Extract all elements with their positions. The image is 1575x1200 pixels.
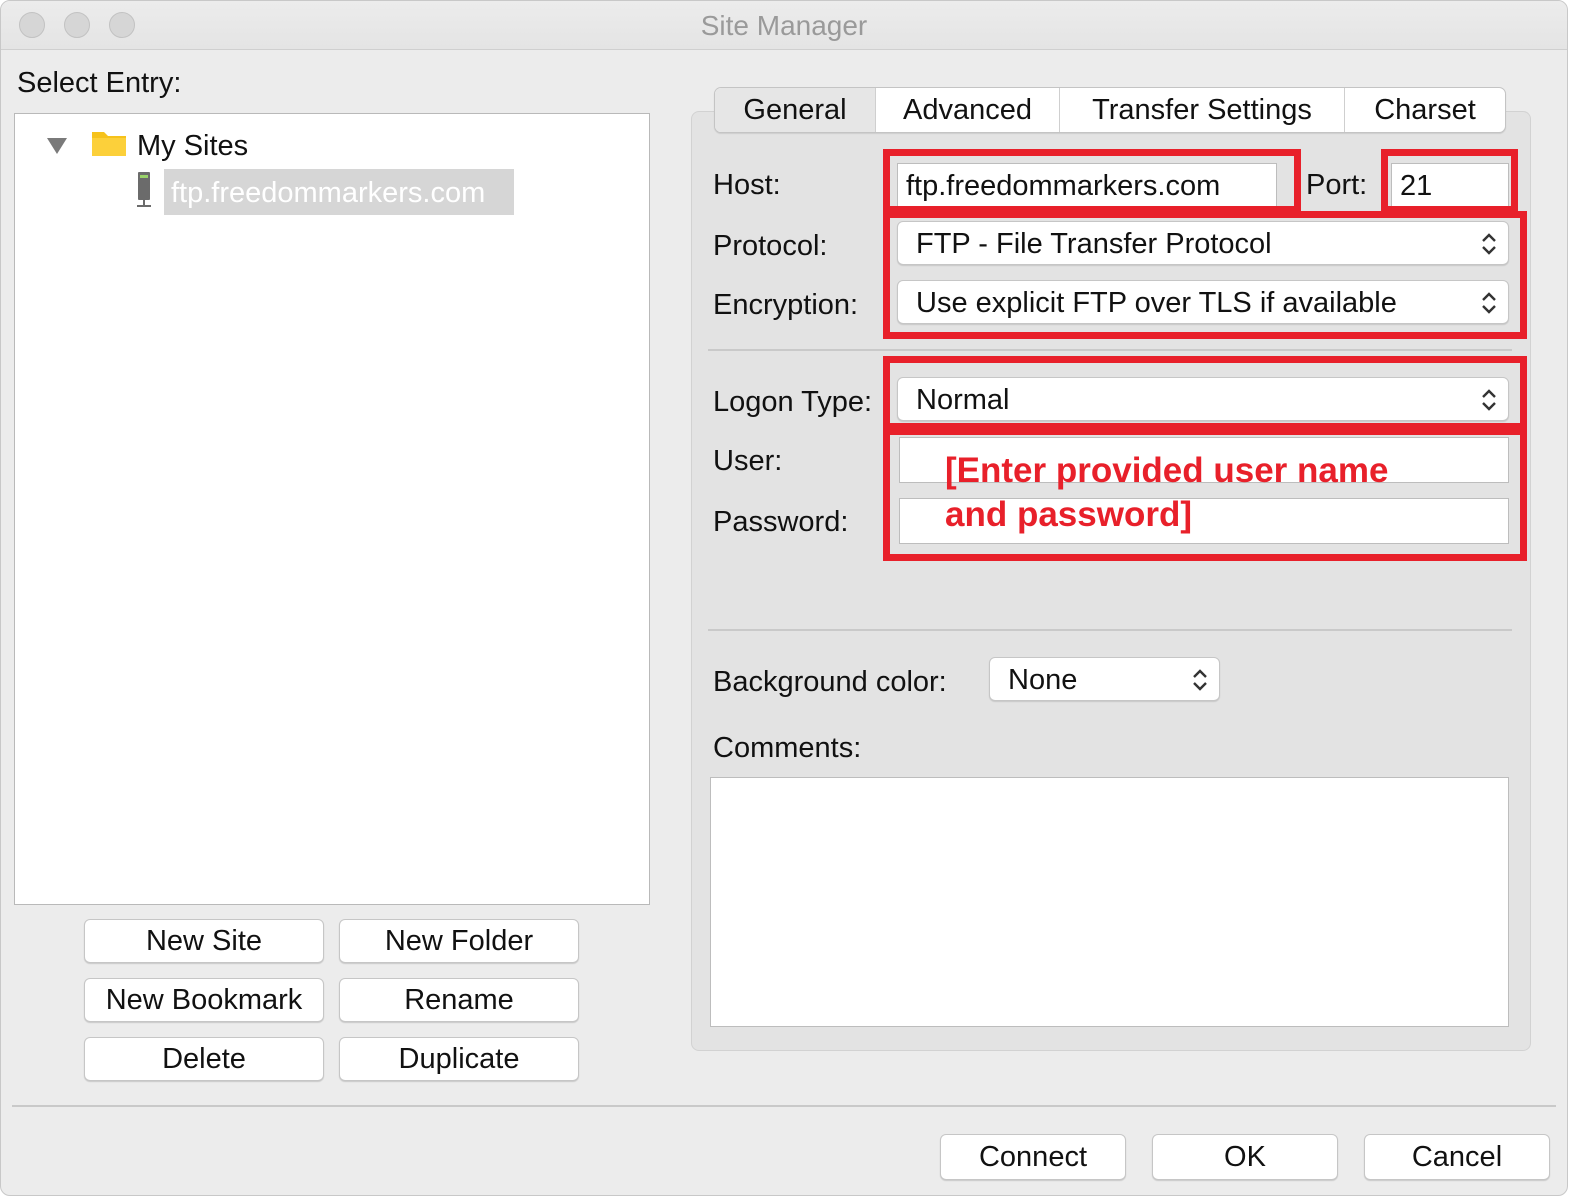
tab-general[interactable]: General [715, 88, 876, 132]
encryption-select-value: Use explicit FTP over TLS if available [916, 287, 1397, 319]
connect-button[interactable]: Connect [940, 1134, 1126, 1180]
port-input[interactable]: 21 [1391, 163, 1509, 207]
folder-icon [92, 132, 126, 156]
encryption-label: Encryption: [713, 289, 859, 321]
background-color-select[interactable]: None [989, 657, 1220, 701]
new-bookmark-button[interactable]: New Bookmark [84, 978, 324, 1022]
delete-button[interactable]: Delete [84, 1037, 324, 1081]
chevron-updown-icon [1482, 389, 1496, 411]
server-icon [137, 172, 151, 207]
comments-textarea[interactable] [710, 777, 1509, 1027]
tab-advanced[interactable]: Advanced [876, 88, 1060, 132]
port-label: Port: [1306, 169, 1368, 201]
cancel-button[interactable]: Cancel [1364, 1134, 1550, 1180]
chevron-updown-icon [1482, 292, 1496, 314]
rename-button[interactable]: Rename [339, 978, 579, 1022]
protocol-select-value: FTP - File Transfer Protocol [916, 228, 1272, 260]
logon-type-label: Logon Type: [713, 386, 873, 418]
duplicate-button[interactable]: Duplicate [339, 1037, 579, 1081]
ok-button[interactable]: OK [1152, 1134, 1338, 1180]
tab-charset[interactable]: Charset [1345, 88, 1505, 132]
tab-bar: General Advanced Transfer Settings Chars… [714, 87, 1506, 133]
tab-transfer-settings[interactable]: Transfer Settings [1060, 88, 1345, 132]
site-manager-window: Site Manager Select Entry: My Sites ftp.… [0, 0, 1568, 1196]
host-input[interactable]: ftp.freedommarkers.com [897, 163, 1277, 207]
user-label: User: [713, 445, 783, 477]
tree-folder-my-sites[interactable]: My Sites [137, 130, 248, 163]
title-bar: Site Manager [1, 1, 1567, 50]
disclosure-triangle-icon[interactable] [47, 138, 67, 154]
tree-item-site[interactable]: ftp.freedommarkers.com [171, 177, 485, 210]
background-color-label: Background color: [713, 666, 947, 698]
logon-type-select-value: Normal [916, 384, 1010, 416]
footer-separator [12, 1105, 1556, 1107]
protocol-label: Protocol: [713, 230, 828, 262]
password-label: Password: [713, 506, 849, 538]
separator [708, 629, 1512, 631]
chevron-updown-icon [1193, 669, 1207, 691]
encryption-select[interactable]: Use explicit FTP over TLS if available [897, 280, 1509, 324]
host-label: Host: [713, 169, 781, 201]
comments-label: Comments: [713, 732, 862, 764]
separator [708, 349, 1512, 351]
window-title: Site Manager [700, 10, 868, 41]
protocol-select[interactable]: FTP - File Transfer Protocol [897, 221, 1509, 265]
logon-type-select[interactable]: Normal [897, 377, 1509, 421]
background-color-select-value: None [1008, 664, 1078, 696]
select-entry-label: Select Entry: [17, 67, 182, 99]
chevron-updown-icon [1482, 233, 1496, 255]
annotation-text-line2: and password] [945, 495, 1192, 534]
new-site-button[interactable]: New Site [84, 919, 324, 963]
new-folder-button[interactable]: New Folder [339, 919, 579, 963]
site-tree[interactable]: My Sites ftp.freedommarkers.com [14, 113, 650, 905]
annotation-text-line1: [Enter provided user name [945, 451, 1389, 490]
